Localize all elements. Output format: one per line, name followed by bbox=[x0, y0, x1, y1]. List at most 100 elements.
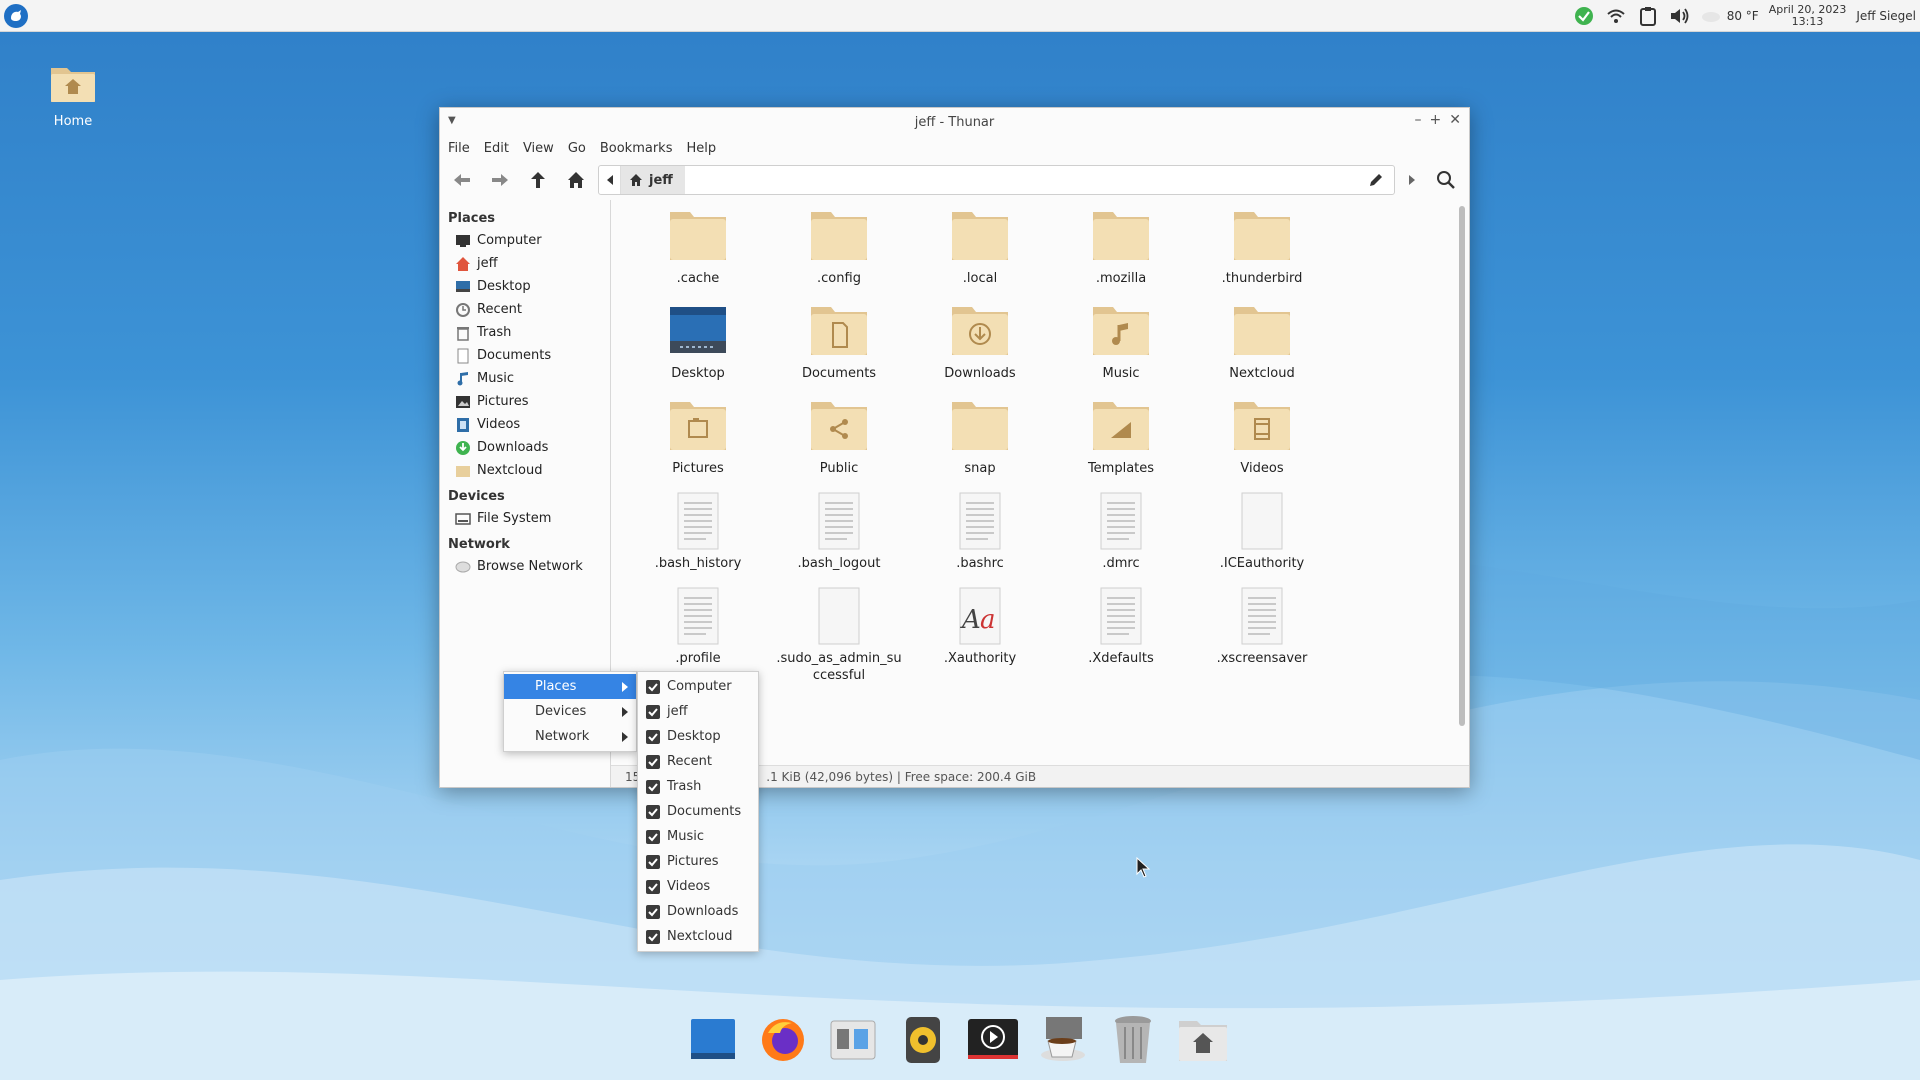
wifi-icon[interactable] bbox=[1605, 5, 1627, 27]
dock-trash[interactable] bbox=[1104, 1011, 1162, 1069]
search-button[interactable] bbox=[1429, 164, 1463, 196]
titlebar[interactable]: ▼ jeff - Thunar – + ✕ bbox=[440, 108, 1469, 136]
file-item[interactable]: Nextcloud bbox=[1197, 301, 1327, 382]
whisker-menu-button[interactable] bbox=[4, 4, 28, 28]
sidebar-item-trash[interactable]: Trash bbox=[440, 321, 610, 344]
submenu-item[interactable]: Pictures bbox=[638, 849, 758, 874]
file-item[interactable]: .bash_history bbox=[633, 491, 763, 572]
home-button[interactable] bbox=[560, 164, 592, 196]
weather-widget[interactable]: 80 °F bbox=[1701, 9, 1759, 23]
file-item[interactable]: snap bbox=[915, 396, 1045, 477]
menu-view[interactable]: View bbox=[523, 141, 554, 156]
file-item[interactable]: .bashrc bbox=[915, 491, 1045, 572]
forward-button[interactable] bbox=[484, 164, 516, 196]
sidebar-item-jeff[interactable]: jeff bbox=[440, 252, 610, 275]
file-item[interactable]: Desktop bbox=[633, 301, 763, 382]
sidebar-item-file-system[interactable]: File System bbox=[440, 507, 610, 530]
edit-location-button[interactable] bbox=[1368, 172, 1384, 191]
dock-workspaces[interactable] bbox=[824, 1011, 882, 1069]
file-item[interactable]: .xscreensaver bbox=[1197, 586, 1327, 667]
sidebar-item-downloads[interactable]: Downloads bbox=[440, 436, 610, 459]
sidebar-item-videos[interactable]: Videos bbox=[440, 413, 610, 436]
checkbox-checked-icon[interactable] bbox=[646, 904, 660, 919]
submenu-item[interactable]: Documents bbox=[638, 799, 758, 824]
file-item[interactable]: .profile bbox=[633, 586, 763, 667]
file-item[interactable]: .config bbox=[774, 206, 904, 287]
dock-music-player[interactable] bbox=[894, 1011, 952, 1069]
desktop-home-icon[interactable]: Home bbox=[42, 62, 104, 129]
checkbox-checked-icon[interactable] bbox=[646, 704, 660, 719]
menu-item-network[interactable]: Network bbox=[504, 724, 636, 749]
window-menu-icon[interactable]: ▼ bbox=[448, 115, 456, 126]
close-button[interactable]: ✕ bbox=[1449, 112, 1461, 128]
file-item[interactable]: Public bbox=[774, 396, 904, 477]
file-item[interactable]: Aa .Xauthority bbox=[915, 586, 1045, 667]
clock[interactable]: April 20, 2023 13:13 bbox=[1769, 4, 1847, 28]
user-name[interactable]: Jeff Siegel bbox=[1856, 9, 1916, 23]
checkbox-checked-icon[interactable] bbox=[646, 829, 660, 844]
checkbox-checked-icon[interactable] bbox=[646, 854, 660, 869]
path-scroll-left[interactable] bbox=[599, 166, 621, 194]
maximize-button[interactable]: + bbox=[1430, 112, 1442, 128]
file-item[interactable]: .thunderbird bbox=[1197, 206, 1327, 287]
menu-item-devices[interactable]: Devices bbox=[504, 699, 636, 724]
path-crumb-jeff[interactable]: jeff bbox=[621, 166, 685, 194]
dock-show-desktop[interactable] bbox=[684, 1011, 742, 1069]
update-check-icon[interactable] bbox=[1573, 5, 1595, 27]
dock-media-player[interactable] bbox=[964, 1011, 1022, 1069]
submenu-item[interactable]: Nextcloud bbox=[638, 924, 758, 949]
checkbox-checked-icon[interactable] bbox=[646, 679, 660, 694]
file-item[interactable]: Documents bbox=[774, 301, 904, 382]
checkbox-checked-icon[interactable] bbox=[646, 754, 660, 769]
submenu-item[interactable]: Downloads bbox=[638, 899, 758, 924]
volume-icon[interactable] bbox=[1669, 5, 1691, 27]
submenu-item[interactable]: Trash bbox=[638, 774, 758, 799]
file-item[interactable]: .cache bbox=[633, 206, 763, 287]
file-item[interactable]: Pictures bbox=[633, 396, 763, 477]
sidebar-item-computer[interactable]: Computer bbox=[440, 229, 610, 252]
checkbox-checked-icon[interactable] bbox=[646, 779, 660, 794]
sidebar-item-recent[interactable]: Recent bbox=[440, 298, 610, 321]
file-item[interactable]: .Xdefaults bbox=[1056, 586, 1186, 667]
menu-item-places[interactable]: Places bbox=[504, 674, 636, 699]
file-item[interactable]: Music bbox=[1056, 301, 1186, 382]
submenu-item[interactable]: Music bbox=[638, 824, 758, 849]
dock-caffeine[interactable] bbox=[1034, 1011, 1092, 1069]
minimize-button[interactable]: – bbox=[1415, 112, 1422, 128]
menu-edit[interactable]: Edit bbox=[484, 141, 509, 156]
file-item[interactable]: .mozilla bbox=[1056, 206, 1186, 287]
path-scroll-right[interactable] bbox=[1401, 164, 1423, 196]
file-item[interactable]: Templates bbox=[1056, 396, 1186, 477]
file-item[interactable]: .bash_logout bbox=[774, 491, 904, 572]
sidebar-item-desktop[interactable]: Desktop bbox=[440, 275, 610, 298]
submenu-item[interactable]: Recent bbox=[638, 749, 758, 774]
sidebar-item-browse-network[interactable]: Browse Network bbox=[440, 555, 610, 578]
clipboard-icon[interactable] bbox=[1637, 5, 1659, 27]
sidebar-item-documents[interactable]: Documents bbox=[440, 344, 610, 367]
file-item[interactable]: .dmrc bbox=[1056, 491, 1186, 572]
scrollbar[interactable] bbox=[1459, 206, 1465, 726]
file-item[interactable]: .sudo_as_admin_successful bbox=[774, 586, 904, 684]
submenu-item[interactable]: Desktop bbox=[638, 724, 758, 749]
checkbox-checked-icon[interactable] bbox=[646, 729, 660, 744]
up-button[interactable] bbox=[522, 164, 554, 196]
checkbox-checked-icon[interactable] bbox=[646, 929, 660, 944]
back-button[interactable] bbox=[446, 164, 478, 196]
submenu-item[interactable]: Videos bbox=[638, 874, 758, 899]
sidebar-item-nextcloud[interactable]: Nextcloud bbox=[440, 459, 610, 482]
file-item[interactable]: .ICEauthority bbox=[1197, 491, 1327, 572]
dock-home[interactable] bbox=[1174, 1011, 1232, 1069]
menu-file[interactable]: File bbox=[448, 141, 470, 156]
file-item[interactable]: Videos bbox=[1197, 396, 1327, 477]
dock-firefox[interactable] bbox=[754, 1011, 812, 1069]
file-item[interactable]: .local bbox=[915, 206, 1045, 287]
checkbox-checked-icon[interactable] bbox=[646, 804, 660, 819]
sidebar-item-pictures[interactable]: Pictures bbox=[440, 390, 610, 413]
submenu-item[interactable]: jeff bbox=[638, 699, 758, 724]
submenu-item[interactable]: Computer bbox=[638, 674, 758, 699]
menu-bookmarks[interactable]: Bookmarks bbox=[600, 141, 673, 156]
file-item[interactable]: Downloads bbox=[915, 301, 1045, 382]
checkbox-checked-icon[interactable] bbox=[646, 879, 660, 894]
sidebar-item-music[interactable]: Music bbox=[440, 367, 610, 390]
menu-help[interactable]: Help bbox=[686, 141, 716, 156]
